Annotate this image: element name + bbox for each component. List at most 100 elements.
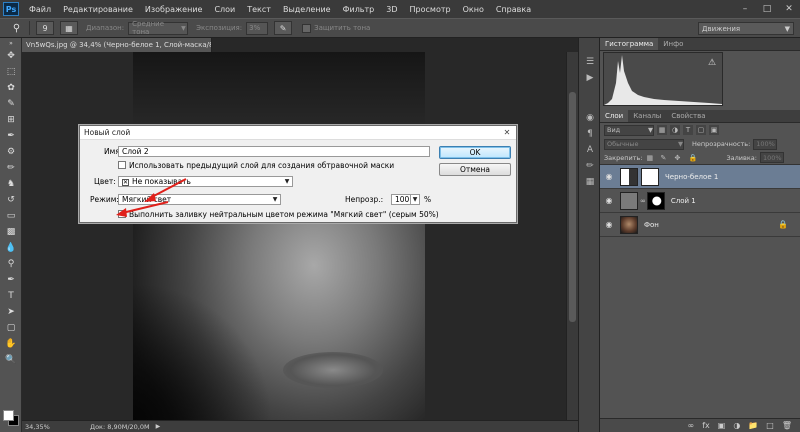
- airbrush-icon[interactable]: ✎: [274, 21, 293, 35]
- marquee-tool-icon[interactable]: ⬚: [0, 64, 22, 80]
- document-image[interactable]: [133, 52, 425, 420]
- brush-size-picker[interactable]: 9: [36, 21, 54, 35]
- menu-help[interactable]: Справка: [490, 5, 537, 14]
- clipping-mask-checkbox[interactable]: [118, 161, 126, 169]
- opacity-dropdown[interactable]: ▼: [410, 194, 420, 205]
- layer-row-bw[interactable]: ◉ Черно-белое 1: [600, 165, 800, 189]
- crop-tool-icon[interactable]: ⊞: [0, 112, 22, 128]
- brush-preset-icon[interactable]: ✏: [579, 158, 601, 174]
- fill-input[interactable]: 100%: [759, 152, 784, 163]
- color-select[interactable]: ✕ Не показывать ▼: [118, 176, 293, 187]
- filter-smart-icon[interactable]: ▣: [709, 125, 719, 135]
- cancel-button[interactable]: Отмена: [439, 163, 511, 176]
- move-tool-icon[interactable]: ✥: [0, 48, 22, 64]
- dodge-tool-icon[interactable]: ⚲: [4, 21, 30, 35]
- lock-all-icon[interactable]: 🔒: [688, 154, 698, 162]
- eraser-tool-icon[interactable]: ▭: [0, 208, 22, 224]
- eyedropper-tool-icon[interactable]: ✒: [0, 128, 22, 144]
- tab-channels[interactable]: Каналы: [628, 110, 666, 122]
- blend-mode-select[interactable]: Обычные ▼: [604, 138, 684, 150]
- stamp-tool-icon[interactable]: ♞: [0, 176, 22, 192]
- layer-row-layer1[interactable]: ◉ ∞ Слой 1: [600, 189, 800, 213]
- range-select[interactable]: Средние тона ▼: [128, 20, 189, 36]
- lock-transparent-icon[interactable]: ▦: [646, 154, 656, 162]
- quick-select-tool-icon[interactable]: ✎: [0, 96, 22, 112]
- menu-text[interactable]: Текст: [241, 5, 277, 14]
- adjustment-icon[interactable]: ◑: [733, 421, 740, 430]
- eye-icon[interactable]: ◉: [600, 196, 618, 205]
- shape-tool-icon[interactable]: ▢: [0, 320, 22, 336]
- opacity-field[interactable]: 100: [391, 194, 411, 205]
- character-icon[interactable]: A: [579, 142, 601, 158]
- layer-row-background[interactable]: ◉ Фон 🔒: [600, 213, 800, 237]
- foreground-color-swatch[interactable]: [3, 410, 14, 421]
- tab-layers[interactable]: Слои: [600, 110, 629, 122]
- filter-adjust-icon[interactable]: ◑: [670, 125, 680, 135]
- workspace-select[interactable]: Движения ▼: [698, 22, 794, 35]
- close-icon[interactable]: ✕: [502, 128, 512, 138]
- history-icon[interactable]: ☰: [579, 54, 601, 70]
- menu-edit[interactable]: Редактирование: [57, 5, 139, 14]
- group-folder-icon[interactable]: 📁: [748, 421, 758, 430]
- actions-icon[interactable]: ▶: [579, 70, 601, 86]
- filter-kind-select[interactable]: Вид ▼: [604, 124, 654, 136]
- menu-select[interactable]: Выделение: [277, 5, 337, 14]
- filter-shape-icon[interactable]: ▢: [696, 125, 706, 135]
- exposure-input[interactable]: 3%: [246, 21, 269, 35]
- menu-3d[interactable]: 3D: [380, 5, 403, 14]
- chevron-right-icon[interactable]: ▶: [156, 423, 161, 430]
- link-layers-icon[interactable]: ∞: [688, 421, 695, 430]
- document-tab[interactable]: Vn5wQs.jpg @ 34,4% (Черно-белое 1, Слой-…: [22, 38, 212, 52]
- tab-histogram[interactable]: Гистограмма: [600, 38, 659, 50]
- adjustments-icon[interactable]: ◉: [579, 110, 601, 126]
- fx-icon[interactable]: fx: [702, 421, 710, 430]
- blend-mode-dropdown[interactable]: Мягкий свет ▼: [118, 194, 281, 205]
- healing-tool-icon[interactable]: ⚙: [0, 144, 22, 160]
- lock-pixels-icon[interactable]: ✎: [660, 154, 670, 162]
- dodge-tool-icon[interactable]: ⚲: [0, 256, 22, 272]
- maximize-icon[interactable]: □: [756, 0, 778, 18]
- eye-icon[interactable]: ◉: [600, 220, 618, 229]
- pen-tool-icon[interactable]: ✒: [0, 272, 22, 288]
- zoom-tool-icon[interactable]: 🔍: [0, 352, 22, 368]
- filter-type-icon[interactable]: T: [683, 125, 693, 135]
- gradient-tool-icon[interactable]: ▩: [0, 224, 22, 240]
- tab-info[interactable]: Инфо: [658, 38, 688, 50]
- menu-image[interactable]: Изображение: [139, 5, 209, 14]
- layer-mask-thumbnail[interactable]: [641, 167, 659, 186]
- close-icon[interactable]: ✕: [778, 0, 800, 18]
- menu-filter[interactable]: Фильтр: [337, 5, 381, 14]
- collapse-icon[interactable]: »: [0, 38, 22, 48]
- tab-properties[interactable]: Свойства: [666, 110, 710, 122]
- menu-window[interactable]: Окно: [457, 5, 490, 14]
- menu-view[interactable]: Просмотр: [404, 5, 457, 14]
- lasso-tool-icon[interactable]: ✿: [0, 80, 22, 96]
- neutral-fill-checkbox[interactable]: ✓: [118, 210, 126, 218]
- menu-layers[interactable]: Слои: [208, 5, 241, 14]
- paragraph-icon[interactable]: ¶: [579, 126, 601, 142]
- eye-icon[interactable]: ◉: [600, 172, 618, 181]
- scrollbar-thumb[interactable]: [569, 92, 576, 322]
- add-mask-icon[interactable]: ▣: [718, 421, 726, 430]
- layer-name-field[interactable]: Слой 2: [118, 146, 430, 157]
- blur-tool-icon[interactable]: 💧: [0, 240, 22, 256]
- hand-tool-icon[interactable]: ✋: [0, 336, 22, 352]
- menu-file[interactable]: Файл: [23, 5, 57, 14]
- minimize-icon[interactable]: –: [734, 0, 756, 18]
- swatches-icon[interactable]: ▦: [579, 174, 601, 190]
- filter-pixel-icon[interactable]: ▦: [657, 125, 667, 135]
- brush-panel-icon[interactable]: ▦: [60, 21, 78, 35]
- vertical-scrollbar[interactable]: [566, 52, 578, 420]
- brush-tool-icon[interactable]: ✏: [0, 160, 22, 176]
- ok-button[interactable]: OK: [439, 146, 511, 159]
- trash-icon[interactable]: 🗑: [782, 421, 792, 430]
- warning-icon[interactable]: ⚠: [708, 58, 716, 68]
- lock-position-icon[interactable]: ✥: [674, 154, 684, 162]
- type-tool-icon[interactable]: T: [0, 288, 22, 304]
- history-brush-tool-icon[interactable]: ↺: [0, 192, 22, 208]
- layer-mask-thumbnail[interactable]: [646, 191, 665, 210]
- protect-tones-checkbox[interactable]: [302, 23, 312, 33]
- opacity-input[interactable]: 100%: [753, 138, 778, 150]
- zoom-level[interactable]: 34,35%: [22, 423, 60, 431]
- path-select-tool-icon[interactable]: ➤: [0, 304, 22, 320]
